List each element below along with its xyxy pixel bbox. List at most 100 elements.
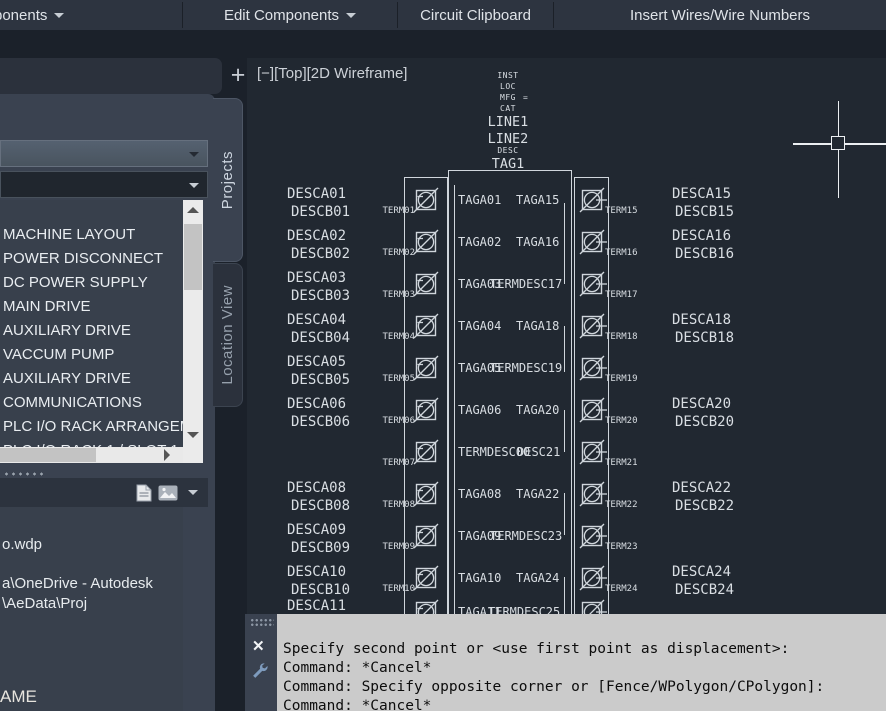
ribbon-section-edit-components[interactable]: Edit Components	[183, 0, 397, 30]
tree-item[interactable]: POWER DISCONNECT	[3, 250, 183, 267]
tag-label: TAGA15	[516, 193, 559, 207]
terminal-label: TERM07	[355, 458, 415, 468]
chevron-down-icon	[189, 183, 199, 188]
terminal-label: TERM18	[605, 332, 638, 342]
desc-label: DESCB18	[675, 330, 734, 346]
project-details-panel: o.wdpa\OneDrive - Autodesk\AeData\Proj	[0, 507, 183, 711]
terminal-label: TERM19	[605, 374, 638, 384]
wrench-icon[interactable]	[251, 662, 269, 680]
scroll-down-icon[interactable]	[187, 432, 199, 438]
chevron-down-icon	[189, 152, 199, 157]
project-tree-list: MACHINE LAYOUT POWER DISCONNECT DC POWER S…	[0, 200, 183, 447]
desc-label: DESCA02	[287, 228, 346, 244]
ribbon-bar: ponents Edit Components Circuit Clipboar…	[0, 0, 886, 30]
tree-item[interactable]: AUXILIARY DRIVE	[3, 322, 183, 339]
ribbon-section-insert-wires[interactable]: Insert Wires/Wire Numbers	[554, 0, 886, 30]
palette-title-area	[0, 58, 222, 94]
ribbon-section-label: Circuit Clipboard	[420, 7, 531, 24]
desc-label: DESCB03	[291, 288, 350, 304]
terminal-symbol	[413, 271, 439, 297]
tag-label: TAGA08	[458, 487, 501, 501]
tree-item[interactable]: PLC I/O RACK ARRANGEME	[3, 418, 183, 435]
tag-label: TAGA16	[516, 235, 559, 249]
terminal-label: TERM15	[605, 206, 638, 216]
drag-grip-icon[interactable]	[250, 618, 274, 626]
tree-item[interactable]: VACCUM PUMP	[3, 346, 183, 363]
command-history[interactable]: Specify second point or <use first point…	[283, 640, 883, 711]
viewport-controls[interactable]: [−][Top][2D Wireframe]	[257, 65, 407, 82]
plc-header-label: DESC	[418, 146, 598, 155]
tree-item[interactable]: COMMUNICATIONS	[3, 394, 183, 411]
terminal-symbol	[413, 397, 439, 423]
scrollbar-thumb[interactable]	[0, 448, 96, 462]
terminal-label: TERM16	[605, 248, 638, 258]
terminal-label: TERM09	[355, 542, 415, 552]
terminal-symbol	[579, 397, 605, 423]
terminal-label: TERM02	[355, 248, 415, 258]
tag-label: TERMDESC25	[488, 605, 560, 614]
ribbon-section-circuit-clipboard[interactable]: Circuit Clipboard	[398, 0, 553, 30]
tag-label: TAGA24	[516, 571, 559, 585]
terminal-label: TERM06	[355, 416, 415, 426]
desc-label: DESCB15	[675, 204, 734, 220]
crosshair-pickbox	[831, 136, 845, 150]
desc-label: DESCA03	[287, 270, 346, 286]
terminal-label: TERM21	[605, 458, 638, 468]
project-dropdown[interactable]	[0, 140, 208, 167]
terminal-symbol	[413, 187, 439, 213]
image-icon[interactable]	[158, 485, 178, 501]
desc-label: DESCB24	[675, 582, 734, 598]
document-icon[interactable]	[136, 484, 152, 502]
palette-tab-projects[interactable]: Projects	[213, 98, 243, 262]
drawing-dropdown[interactable]	[0, 171, 208, 198]
terminal-symbol	[413, 481, 439, 507]
scroll-up-icon[interactable]	[187, 207, 199, 213]
drawing-canvas[interactable]: [−][Top][2D Wireframe] INSTLOCMFGCATLINE…	[247, 58, 886, 614]
tag-label: TAGA22	[516, 487, 559, 501]
vertical-scrollbar[interactable]	[183, 200, 203, 463]
terminal-symbol	[579, 355, 605, 381]
chevron-down-icon	[346, 13, 356, 18]
terminal-symbol	[579, 523, 605, 549]
plc-header-label: MFG	[418, 93, 598, 102]
desc-label: DESCB01	[291, 204, 350, 220]
terminal-symbol	[579, 481, 605, 507]
terminal-label: TERM22	[605, 500, 638, 510]
desc-label: DESCB08	[291, 498, 350, 514]
project-toolbar: ?	[0, 98, 215, 140]
desc-label: DESCB09	[291, 540, 350, 556]
splitter-grip[interactable]	[3, 471, 43, 477]
desc-label: DESCB22	[675, 498, 734, 514]
autocad-electrical-window: ponents Edit Components Circuit Clipboar…	[0, 0, 886, 711]
details-line: o.wdp	[2, 536, 42, 553]
terminal-symbol	[413, 439, 439, 465]
ribbon-section-label: Edit Components	[224, 7, 339, 24]
chevron-down-icon[interactable]	[188, 490, 198, 495]
desc-label: DESCA24	[672, 564, 731, 580]
scrollbar-thumb[interactable]	[184, 224, 202, 290]
close-icon[interactable]: ✕	[252, 637, 265, 655]
terminal-symbol	[413, 523, 439, 549]
terminal-symbol	[413, 599, 439, 614]
plc-header-label: INST	[418, 71, 598, 80]
terminal-symbol	[579, 187, 605, 213]
file-tab-bar: plcio50e1761-L16awa* ✕ +	[0, 30, 886, 58]
tree-item[interactable]: MAIN DRIVE	[3, 298, 183, 315]
scroll-right-icon[interactable]	[164, 449, 170, 461]
desc-label: DESCB04	[291, 330, 350, 346]
tag-label: TAGA04	[458, 319, 501, 333]
ribbon-section-components[interactable]: ponents	[0, 0, 182, 30]
tree-item[interactable]: MACHINE LAYOUT	[3, 226, 183, 243]
terminal-symbol	[579, 313, 605, 339]
palette-tab-location-view[interactable]: Location View	[213, 263, 243, 407]
desc-label: DESCA18	[672, 312, 731, 328]
tree-item[interactable]: AUXILIARY DRIVE	[3, 370, 183, 387]
desc-label: DESCB16	[675, 246, 734, 262]
tree-item[interactable]: DC POWER SUPPLY	[3, 274, 183, 291]
tag-label: TERMDESC17	[490, 277, 562, 291]
desc-label: DESCB10	[291, 582, 350, 598]
desc-label: DESCA08	[287, 480, 346, 496]
desc-label: DESCA01	[287, 186, 346, 202]
plc-header-label: LINE2	[418, 131, 598, 147]
terminal-symbol	[579, 271, 605, 297]
